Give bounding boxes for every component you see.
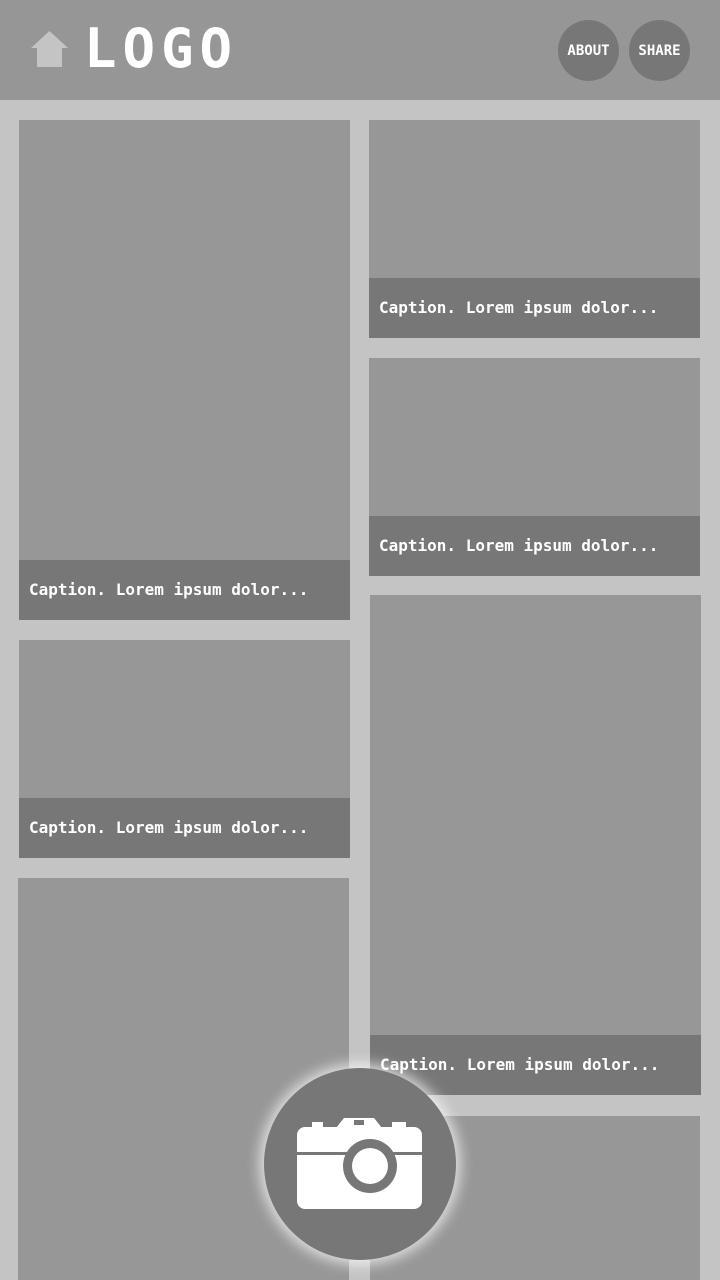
photo-card[interactable]: Caption. Lorem ipsum dolor...: [370, 595, 701, 1095]
card-caption: Caption. Lorem ipsum dolor...: [369, 516, 700, 576]
home-icon[interactable]: [31, 31, 68, 67]
share-button[interactable]: SHARE: [629, 20, 690, 81]
card-caption: Caption. Lorem ipsum dolor...: [19, 798, 350, 858]
card-caption: Caption. Lorem ipsum dolor...: [369, 278, 700, 338]
header-bar: LOGO ABOUT SHARE: [0, 0, 720, 100]
photo-card[interactable]: Caption. Lorem ipsum dolor...: [369, 120, 700, 338]
about-button[interactable]: ABOUT: [558, 20, 619, 81]
camera-button[interactable]: [264, 1068, 456, 1260]
photo-card[interactable]: Caption. Lorem ipsum dolor...: [369, 358, 700, 576]
camera-icon: [297, 1118, 422, 1209]
card-caption: Caption. Lorem ipsum dolor...: [19, 560, 350, 620]
photo-card[interactable]: Caption. Lorem ipsum dolor...: [19, 120, 350, 620]
card-caption: Caption. Lorem ipsum dolor...: [370, 1035, 701, 1095]
photo-card[interactable]: Caption. Lorem ipsum dolor...: [19, 640, 350, 858]
logo[interactable]: LOGO: [84, 19, 238, 79]
